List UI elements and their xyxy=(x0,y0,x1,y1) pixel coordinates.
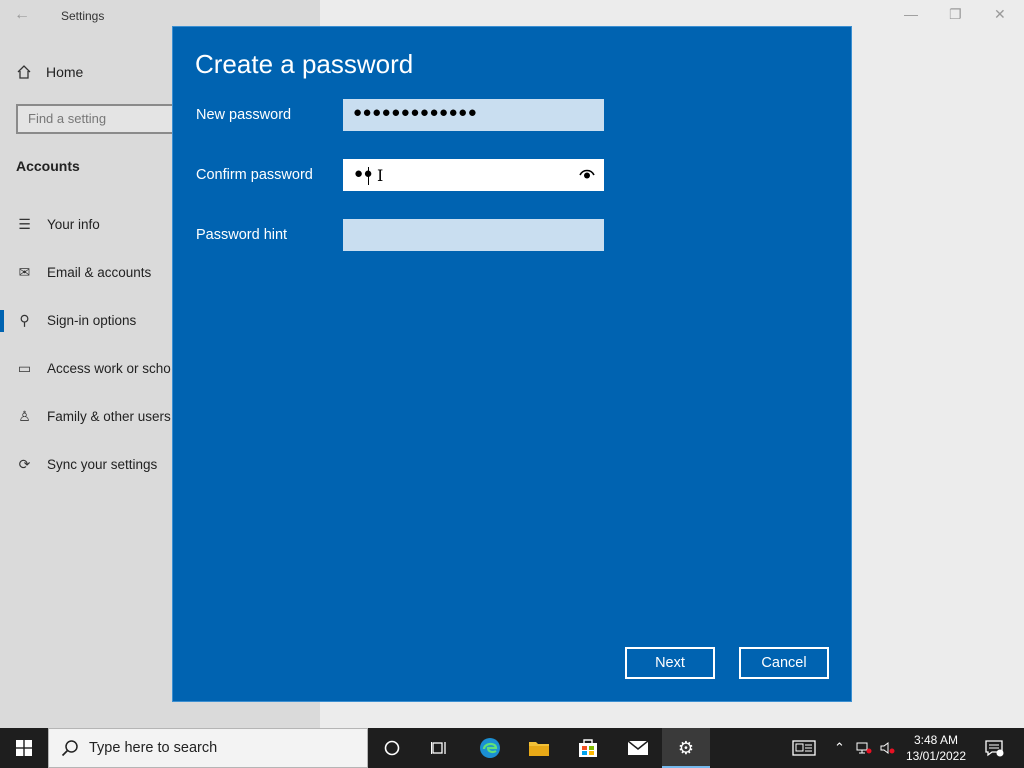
sidebar-item-label: Sync your settings xyxy=(47,457,158,472)
maximize-icon[interactable]: ❐ xyxy=(949,6,962,23)
briefcase-icon: ▭ xyxy=(17,360,32,376)
back-arrow-icon[interactable]: ← xyxy=(14,6,30,24)
sync-icon: ⟳ xyxy=(18,456,31,472)
edge-icon[interactable] xyxy=(466,728,514,768)
active-nav-indicator xyxy=(0,310,4,332)
create-password-dialog: Create a password New password ●●●●●●●●●… xyxy=(172,26,852,702)
password-hint-label: Password hint xyxy=(196,227,288,243)
new-password-label: New password xyxy=(196,107,292,123)
next-button[interactable]: Next xyxy=(625,647,715,679)
reveal-password-icon[interactable] xyxy=(579,168,595,180)
window-title: Settings xyxy=(61,9,105,23)
person-add-icon: ♙ xyxy=(18,408,31,424)
new-password-value: ●●●●●●●●●●●●● xyxy=(353,104,478,121)
network-icon[interactable] xyxy=(856,728,872,768)
home-label: Home xyxy=(46,64,84,80)
key-icon: ⚲ xyxy=(19,312,30,328)
person-card-icon: ☰ xyxy=(18,216,31,232)
sidebar-item-your-info[interactable]: ☰ Your info xyxy=(16,216,100,233)
minimize-icon[interactable]: — xyxy=(904,6,918,22)
store-icon[interactable] xyxy=(564,728,612,768)
notifications-icon[interactable] xyxy=(984,728,1004,768)
confirm-password-value: ●● xyxy=(354,165,374,182)
sidebar-item-sync-settings[interactable]: ⟳ Sync your settings xyxy=(16,456,158,473)
clock-date: 13/01/2022 xyxy=(905,749,967,763)
sidebar-item-label: Your info xyxy=(47,217,100,232)
sidebar-item-email-accounts[interactable]: ✉ Email & accounts xyxy=(16,264,152,281)
password-hint-field[interactable] xyxy=(343,219,604,251)
windows-logo-icon xyxy=(16,740,32,756)
ibeam-cursor-icon: I xyxy=(377,166,384,185)
close-icon[interactable]: ✕ xyxy=(994,6,1006,23)
confirm-password-label: Confirm password xyxy=(196,167,313,183)
file-explorer-icon[interactable] xyxy=(515,728,563,768)
task-view-icon[interactable] xyxy=(416,728,464,768)
sidebar-item-label: Sign-in options xyxy=(47,313,137,328)
taskbar-search-placeholder: Type here to search xyxy=(89,740,218,756)
settings-icon[interactable]: ⚙ xyxy=(662,728,710,768)
taskbar: Type here to search ⚙ ⌃ 3:48 AM 13/01/20… xyxy=(0,728,1024,768)
taskbar-search-box[interactable]: Type here to search xyxy=(48,728,368,768)
home-icon xyxy=(17,65,31,79)
sidebar-home[interactable]: Home xyxy=(16,64,83,80)
mail-icon[interactable] xyxy=(614,728,662,768)
section-title: Accounts xyxy=(16,158,80,174)
start-button[interactable] xyxy=(0,728,48,768)
sidebar-item-label: Email & accounts xyxy=(47,265,152,280)
sidebar-item-label: Family & other users xyxy=(47,409,171,424)
sidebar-item-family-users[interactable]: ♙ Family & other users xyxy=(16,408,171,425)
cortana-icon[interactable] xyxy=(368,728,416,768)
confirm-password-field[interactable]: ●● I xyxy=(343,159,604,191)
sidebar-item-access-work[interactable]: ▭ Access work or scho xyxy=(16,360,171,377)
clock-time: 3:48 AM xyxy=(913,733,959,747)
search-icon xyxy=(61,740,78,757)
new-password-field[interactable]: ●●●●●●●●●●●●● xyxy=(343,99,604,131)
taskbar-clock[interactable]: 3:48 AM 13/01/2022 xyxy=(904,732,968,764)
chevron-up-icon[interactable]: ⌃ xyxy=(834,728,845,768)
sidebar-item-sign-in-options[interactable]: ⚲ Sign-in options xyxy=(16,312,136,329)
news-icon[interactable] xyxy=(792,728,816,768)
volume-muted-icon[interactable] xyxy=(880,728,896,768)
sidebar-item-label: Access work or scho xyxy=(47,361,171,376)
cancel-button[interactable]: Cancel xyxy=(739,647,829,679)
dialog-title: Create a password xyxy=(195,49,414,79)
text-caret xyxy=(368,167,369,185)
envelope-icon: ✉ xyxy=(18,264,31,280)
